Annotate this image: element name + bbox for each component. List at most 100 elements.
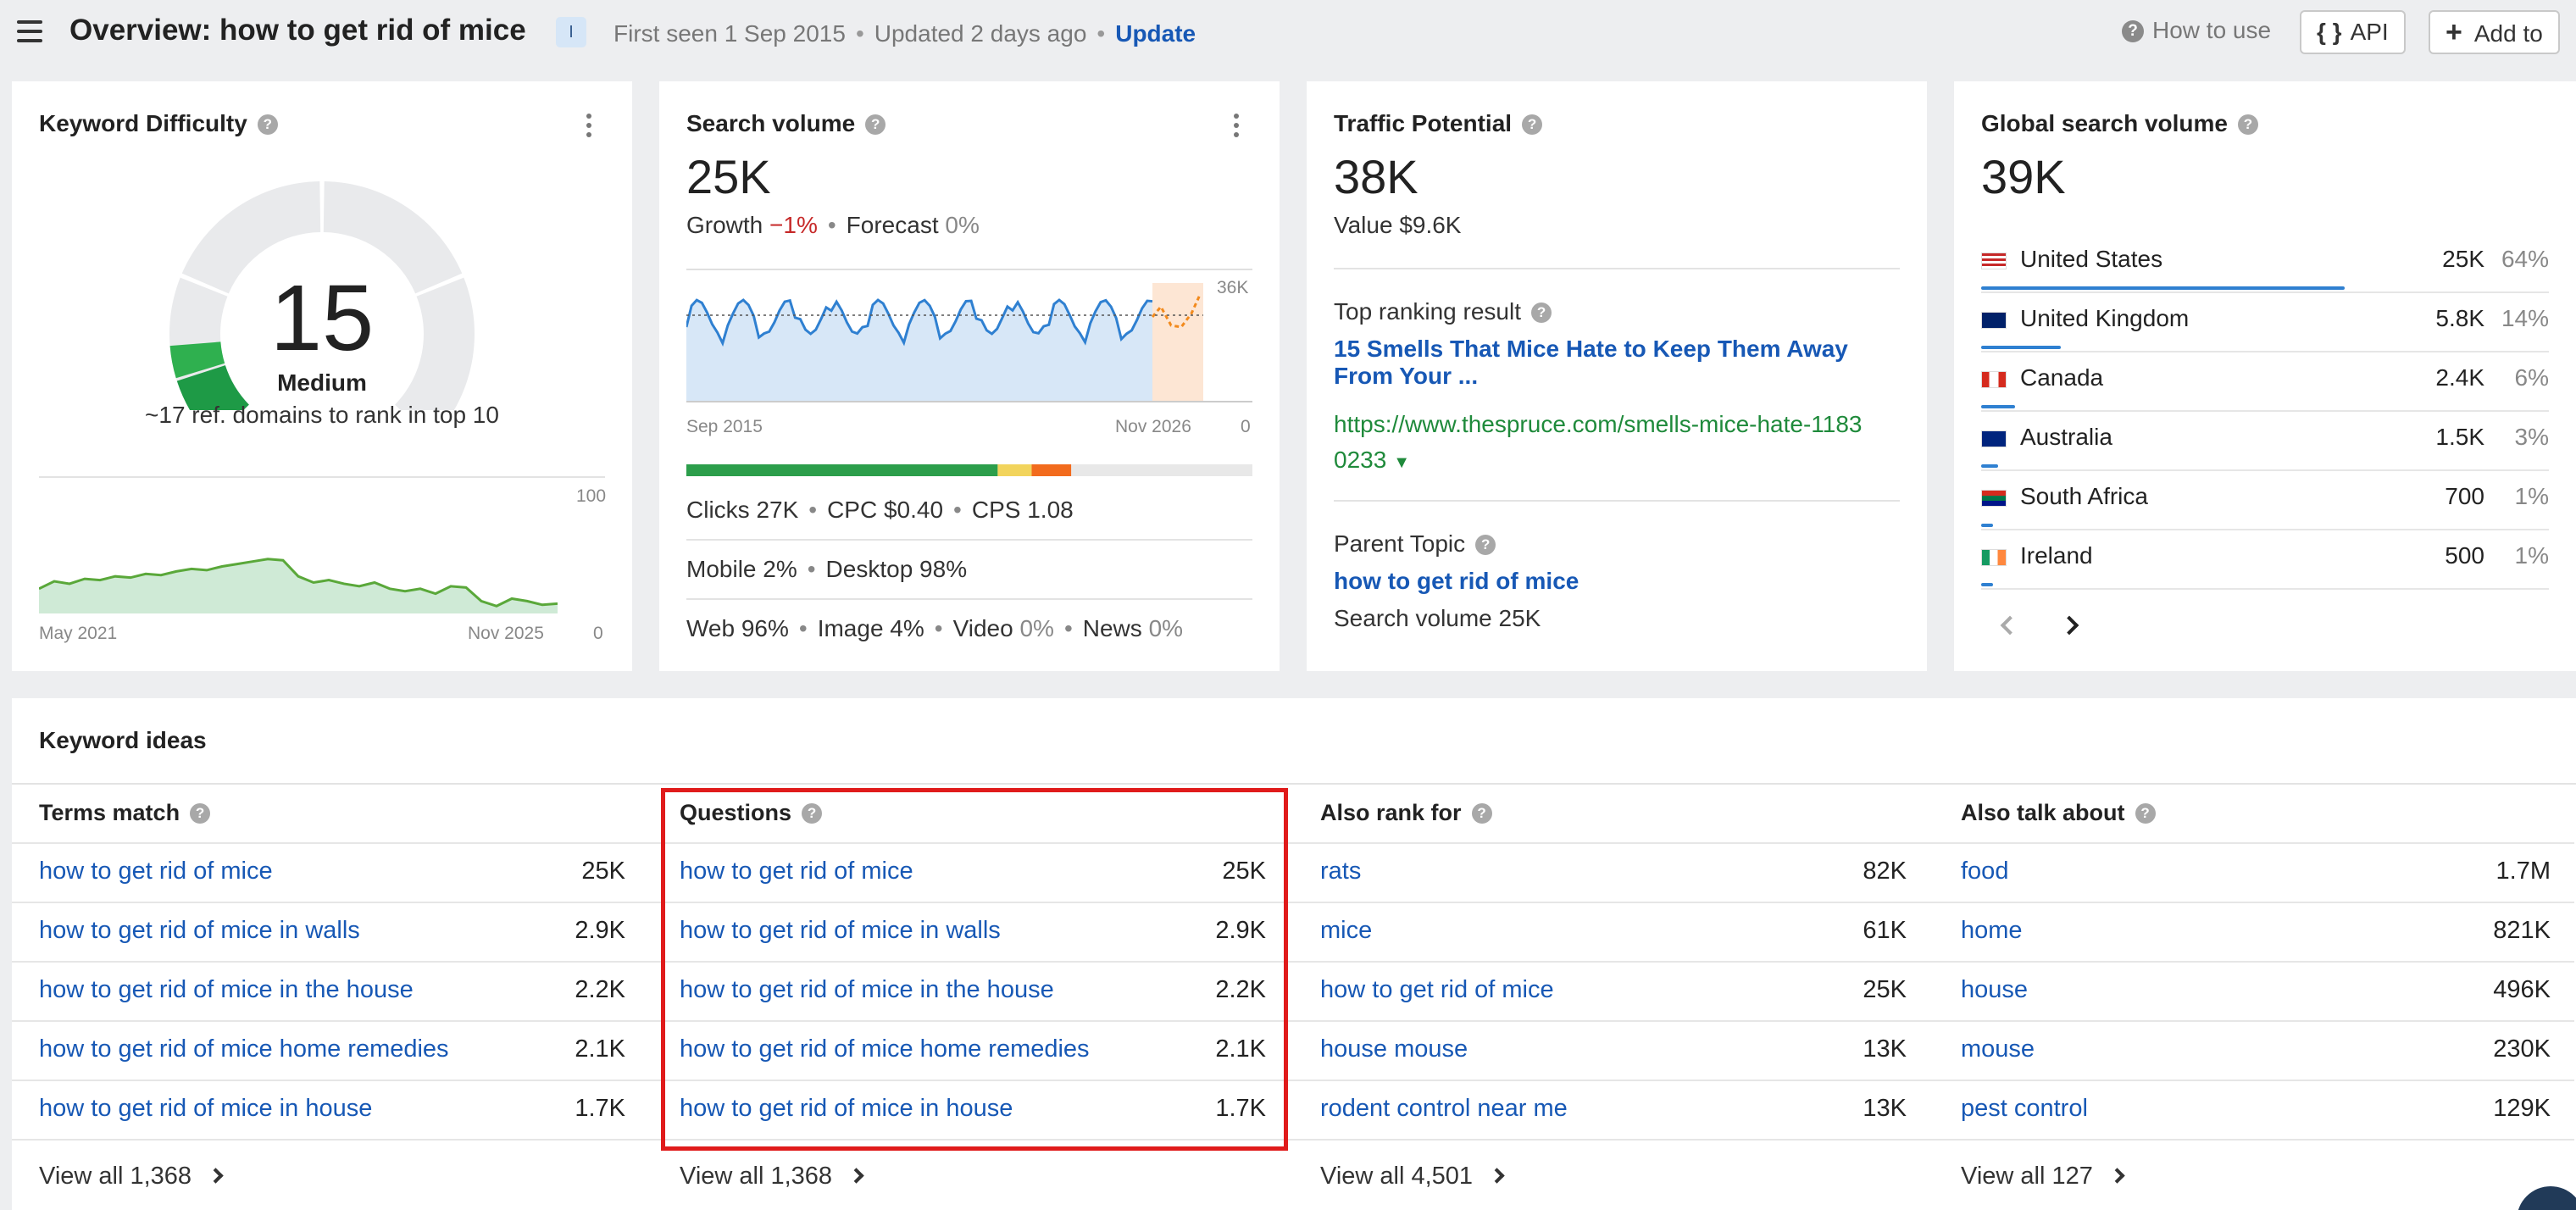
- country-row[interactable]: United States 25K 64%: [1981, 234, 2549, 293]
- clicks-bar-rest: [1071, 464, 1252, 476]
- divider: [1293, 842, 1934, 844]
- keyword-link[interactable]: home: [1961, 917, 2023, 945]
- country-volume: 25K: [2442, 246, 2484, 272]
- keyword-meta: First seen 1 Sep 2015 • Updated 2 days ago…: [613, 20, 1196, 47]
- help-icon[interactable]: ?: [257, 114, 278, 135]
- country-row[interactable]: South Africa 700 1%: [1981, 471, 2549, 530]
- api-button[interactable]: { } API: [2300, 10, 2406, 54]
- view-all-link[interactable]: View all 1,368: [39, 1163, 224, 1191]
- keyword-volume: 1.7M: [2496, 858, 2551, 885]
- keyword-volume: 82K: [1863, 858, 1907, 885]
- help-icon[interactable]: ?: [1522, 114, 1543, 135]
- parent-topic-link[interactable]: how to get rid of mice: [1334, 568, 1579, 595]
- menu-icon[interactable]: [17, 20, 42, 42]
- country-name: Australia: [2020, 424, 2112, 450]
- keyword-link[interactable]: rats: [1320, 858, 1361, 885]
- keyword-link[interactable]: mouse: [1961, 1035, 2035, 1063]
- parent-topic-volume: Search volume 25K: [1334, 605, 1541, 631]
- help-icon[interactable]: ?: [1531, 302, 1552, 323]
- country-name: United Kingdom: [2020, 305, 2190, 331]
- country-share: 1%: [2514, 483, 2549, 509]
- column-header: Also talk about?: [1961, 800, 2156, 826]
- keyword-link[interactable]: how to get rid of mice in the house: [39, 976, 414, 1004]
- keyword-link[interactable]: how to get rid of mice: [39, 858, 273, 885]
- divider: [1334, 268, 1900, 269]
- more-options-icon[interactable]: [1234, 114, 1239, 142]
- sv-x-end: Nov 2026: [1115, 417, 1191, 436]
- kd-level: Medium: [277, 369, 367, 396]
- sv-x-start: Sep 2015: [686, 417, 763, 436]
- help-icon[interactable]: ?: [190, 803, 211, 824]
- country-name: South Africa: [2020, 483, 2148, 509]
- keyword-volume: 1.7K: [575, 1095, 625, 1122]
- update-link[interactable]: Update: [1115, 20, 1196, 47]
- country-name: United States: [2020, 246, 2163, 272]
- keyword-link[interactable]: house: [1961, 976, 2028, 1004]
- clicks-distribution-bar: [686, 464, 1252, 476]
- us-flag-icon: [1981, 253, 2007, 269]
- keyword-volume: 13K: [1863, 1035, 1907, 1063]
- country-row[interactable]: Canada 2.4K 6%: [1981, 352, 2549, 412]
- country-share-bar: [1981, 524, 1993, 527]
- sv-trend-chart: [686, 266, 1252, 407]
- help-icon[interactable]: ?: [2135, 803, 2156, 824]
- divider: [1934, 1080, 2574, 1081]
- kd-value: 15: [269, 266, 375, 370]
- keyword-link[interactable]: how to get rid of mice home remedies: [39, 1035, 449, 1063]
- view-all-link[interactable]: View all 1,368: [680, 1163, 864, 1191]
- keyword-link[interactable]: how to get rid of mice in house: [39, 1095, 372, 1123]
- ireland-flag-icon: [1981, 549, 2007, 566]
- keyword-volume: 230K: [2493, 1035, 2551, 1063]
- caret-down-icon[interactable]: ▼: [1393, 453, 1410, 472]
- country-row[interactable]: Australia 1.5K 3%: [1981, 412, 2549, 471]
- divider: [686, 598, 1252, 600]
- keyword-link[interactable]: rodent control near me: [1320, 1095, 1568, 1123]
- canada-flag-icon: [1981, 371, 2007, 388]
- divider: [1293, 1139, 1934, 1141]
- view-all-link[interactable]: View all 127: [1961, 1163, 2125, 1191]
- top-ranking-url-link[interactable]: https://www.thespruce.com/smells-mice-ha…: [1334, 407, 1863, 480]
- view-all-link[interactable]: View all 4,501: [1320, 1163, 1505, 1191]
- help-icon[interactable]: ?: [865, 114, 886, 135]
- divider: [1293, 1080, 1934, 1081]
- divider: [1934, 842, 2574, 844]
- keyword-link[interactable]: house mouse: [1320, 1035, 1468, 1063]
- help-icon[interactable]: ?: [1471, 803, 1492, 824]
- keyword-volume: 821K: [2493, 917, 2551, 944]
- country-row[interactable]: Ireland 500 1%: [1981, 530, 2549, 590]
- sv-growth: Growth −1% • Forecast 0%: [686, 212, 980, 238]
- how-to-use-link[interactable]: ? How to use: [2122, 17, 2271, 44]
- more-options-icon[interactable]: [586, 114, 591, 142]
- tp-value: 38K: [1334, 150, 1418, 203]
- help-icon[interactable]: ?: [2238, 114, 2258, 135]
- chevron-right-icon: [208, 1168, 224, 1184]
- sv-clicks-row: Clicks 27K • CPC $0.40 • CPS 1.08: [686, 497, 1074, 523]
- sv-chart-min: 0: [1241, 417, 1251, 436]
- country-share: 64%: [2501, 246, 2549, 272]
- chevron-right-icon: [2109, 1168, 2125, 1184]
- forecast-area: [1152, 283, 1203, 402]
- keyword-link[interactable]: how to get rid of mice: [1320, 976, 1554, 1004]
- country-share: 1%: [2514, 542, 2549, 569]
- add-to-button[interactable]: + Add to: [2429, 10, 2560, 54]
- divider: [1293, 902, 1934, 903]
- keyword-link[interactable]: mice: [1320, 917, 1372, 945]
- column-header: Terms match?: [39, 800, 211, 826]
- column-header: Also rank for?: [1320, 800, 1492, 826]
- divider: [1934, 1020, 2574, 1022]
- help-icon[interactable]: ?: [1475, 535, 1496, 555]
- kd-chart-min: 0: [593, 624, 603, 643]
- questions-highlight-box: [661, 788, 1288, 1151]
- country-row[interactable]: United Kingdom 5.8K 14%: [1981, 293, 2549, 352]
- sv-serp-row: Web 96% • Image 4% • Video 0% • News 0%: [686, 615, 1184, 641]
- top-ranking-title-link[interactable]: 15 Smells That Mice Hate to Keep Them Aw…: [1334, 336, 1848, 390]
- divider: [1934, 1139, 2574, 1141]
- help-icon: ?: [2122, 20, 2144, 42]
- keyword-link[interactable]: pest control: [1961, 1095, 2088, 1123]
- keyword-volume: 2.9K: [575, 917, 625, 944]
- gv-value: 39K: [1981, 150, 2066, 203]
- kd-x-end: Nov 2025: [468, 624, 544, 643]
- keyword-volume: 129K: [2493, 1095, 2551, 1122]
- keyword-link[interactable]: food: [1961, 858, 2008, 885]
- keyword-link[interactable]: how to get rid of mice in walls: [39, 917, 360, 945]
